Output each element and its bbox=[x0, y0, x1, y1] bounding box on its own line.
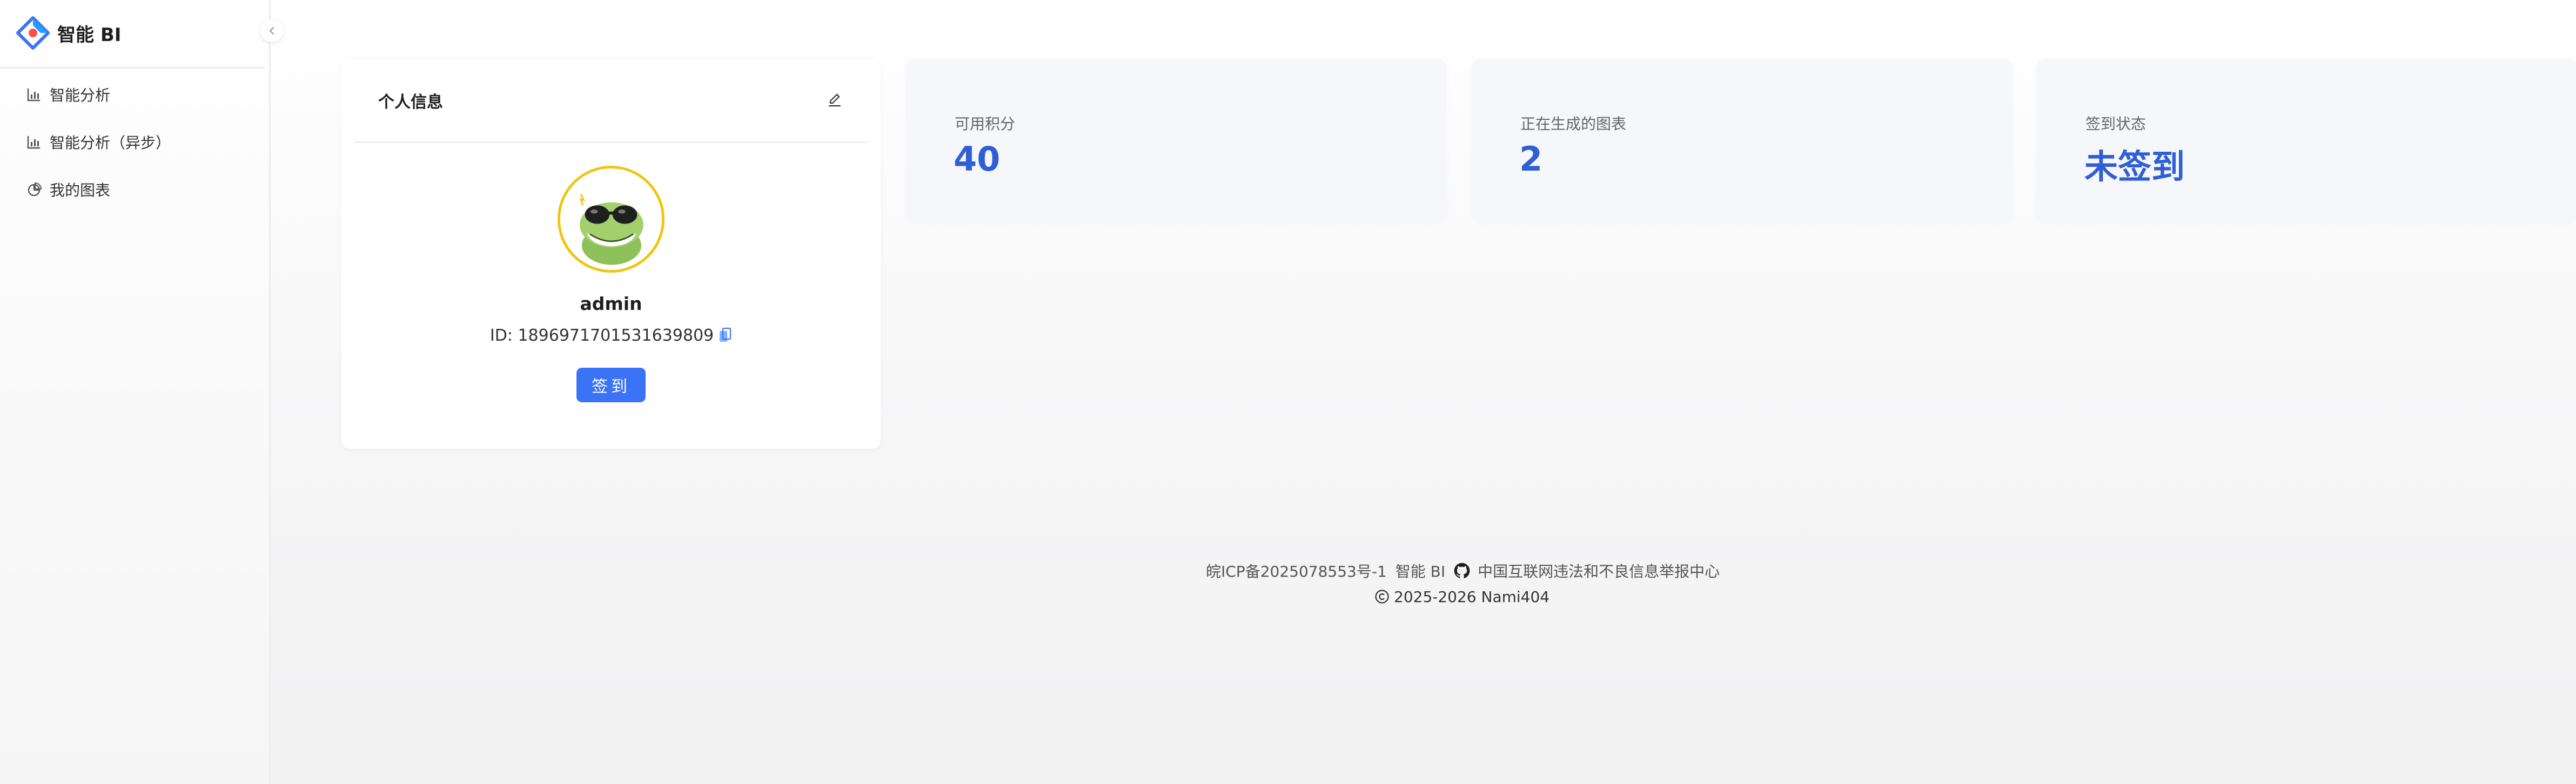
copy-icon[interactable] bbox=[718, 327, 732, 344]
bar-chart-icon bbox=[26, 134, 42, 150]
stat-card-points: 可用积分 40 bbox=[906, 59, 1446, 221]
sidebar-collapse-button[interactable] bbox=[260, 19, 283, 42]
stat-card-generating-charts: 正在生成的图表 2 bbox=[1472, 59, 2012, 221]
stat-value: 未签到 bbox=[2084, 147, 2185, 186]
user-id-row: ID: 1896971701531639809 bbox=[341, 326, 881, 345]
report-center-link[interactable]: 中国互联网违法和不良信息举报中心 bbox=[1478, 560, 1720, 582]
stat-label: 签到状态 bbox=[2085, 115, 2146, 133]
user-id: ID: 1896971701531639809 bbox=[489, 326, 714, 345]
stat-value: 2 bbox=[1519, 139, 1543, 179]
stat-label: 可用积分 bbox=[955, 115, 1016, 133]
avatar bbox=[558, 166, 665, 273]
edit-icon[interactable] bbox=[826, 91, 844, 109]
username: admin bbox=[580, 293, 642, 314]
icp-link[interactable]: 皖ICP备2025078553号-1 bbox=[1206, 560, 1387, 582]
profile-card-title: 个人信息 bbox=[378, 93, 443, 112]
stat-label: 正在生成的图表 bbox=[1520, 115, 1627, 133]
app-title: 智能 BI bbox=[57, 24, 122, 46]
sidebar-item-label: 智能分析 bbox=[50, 86, 111, 104]
profile-card: 个人信息 admin ID: 1896971701531639809 签到 bbox=[341, 59, 881, 449]
sidebar-item-my-charts[interactable]: 我的图表 bbox=[0, 166, 269, 213]
profile-card-header: 个人信息 bbox=[354, 59, 868, 143]
bar-chart-icon bbox=[26, 86, 42, 103]
sidebar-item-label: 智能分析（异步） bbox=[50, 134, 171, 152]
pie-chart-icon bbox=[26, 181, 42, 198]
logo[interactable]: 智能 BI bbox=[16, 16, 121, 50]
logo-icon bbox=[16, 16, 50, 50]
github-icon[interactable] bbox=[1454, 563, 1470, 579]
sidebar: 智能 BI 智能分析 智能分析（异步） 我的图表 bbox=[0, 0, 271, 784]
footer-brand[interactable]: 智能 BI bbox=[1396, 560, 1445, 582]
chevron-left-icon bbox=[269, 26, 274, 35]
copyright-text: 2025-2026 Nami404 bbox=[1394, 587, 1550, 606]
sidebar-item-label: 我的图表 bbox=[50, 181, 111, 199]
footer-links: 皖ICP备2025078553号-1 智能 BI 中国互联网违法和不良信息举报中… bbox=[1206, 560, 1720, 582]
signin-button[interactable]: 签到 bbox=[576, 368, 646, 402]
copyright: 2025-2026 Nami404 bbox=[1374, 586, 1549, 607]
copyright-icon bbox=[1374, 589, 1390, 604]
stat-card-signin-status: 签到状态 未签到 bbox=[2037, 59, 2576, 221]
sidebar-item-smart-analysis[interactable]: 智能分析 bbox=[0, 71, 269, 118]
sidebar-menu: 智能分析 智能分析（异步） 我的图表 bbox=[0, 71, 269, 213]
sidebar-item-smart-analysis-async[interactable]: 智能分析（异步） bbox=[0, 118, 269, 166]
divider bbox=[0, 67, 265, 69]
stat-value: 40 bbox=[954, 139, 1001, 179]
